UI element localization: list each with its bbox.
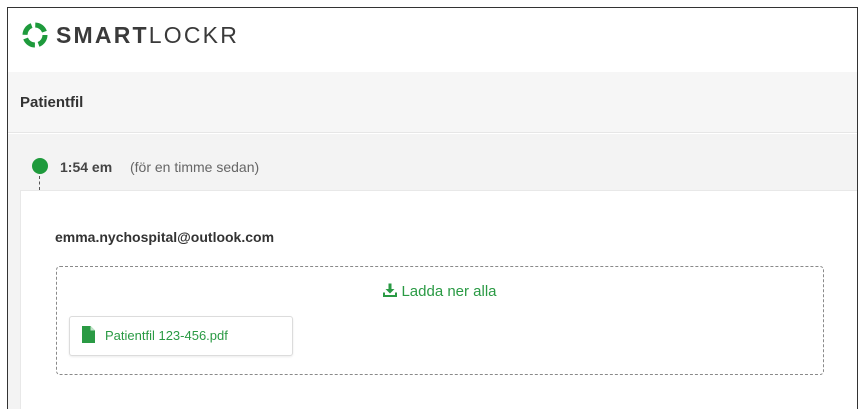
attachment-file[interactable]: Patientfil 123-456.pdf: [69, 316, 293, 356]
message-time-ago: (för en timme sedan): [130, 159, 260, 175]
app-window: SMARTLOCKR Patientfil 1:54 em (för en ti…: [7, 7, 858, 409]
title-bar: Patientfil: [8, 72, 857, 133]
smartlockr-logo-icon: [22, 22, 48, 48]
message-thread: 1:54 em (för en timme sedan) emma.nychos…: [8, 134, 857, 409]
attachments-area: Ladda ner alla Patientfil 123-456.pdf: [56, 266, 824, 375]
download-all-button[interactable]: Ladda ner alla: [57, 283, 823, 300]
message-time: 1:54 em: [60, 159, 113, 175]
header: SMARTLOCKR: [8, 8, 857, 70]
attachment-file-name: Patientfil 123-456.pdf: [105, 328, 228, 343]
sender-email: emma.nychospital@outlook.com: [55, 229, 275, 245]
message-card: emma.nychospital@outlook.com Ladda ner a…: [20, 190, 857, 409]
download-all-label: Ladda ner alla: [401, 283, 497, 300]
page-title: Patientfil: [20, 94, 84, 111]
timeline-connector: [39, 176, 40, 190]
pdf-file-icon: [82, 326, 95, 343]
brand-logo: SMARTLOCKR: [56, 22, 240, 48]
download-icon: [383, 283, 398, 297]
timeline-dot: [32, 158, 48, 174]
